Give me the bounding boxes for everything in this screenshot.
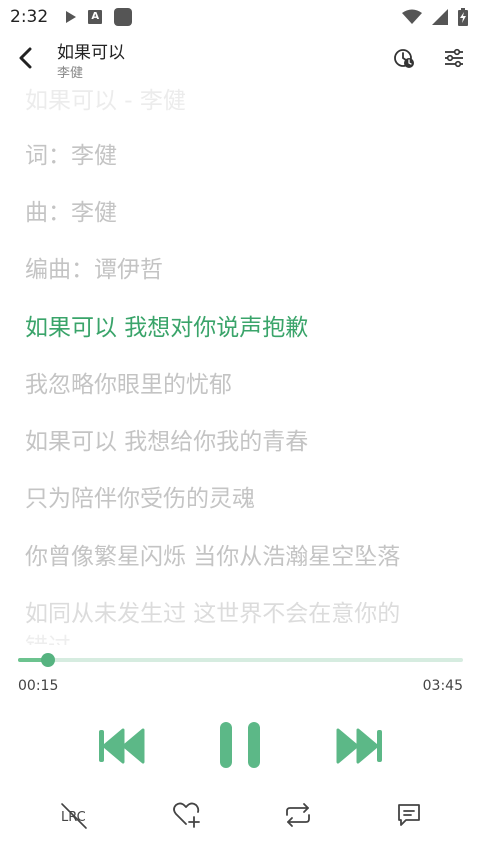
current-time: 00:15 (18, 678, 59, 694)
lyric-line: 如果可以 我想给你我的青春 (25, 429, 309, 455)
repeat-button[interactable] (281, 798, 315, 832)
pause-button[interactable] (216, 720, 264, 770)
lyric-line: 词：李健 (25, 143, 117, 169)
lyrics-off-icon: LRC (61, 803, 87, 829)
next-button[interactable] (333, 724, 385, 768)
equalizer-settings-icon (445, 48, 463, 68)
lyric-line-active: 如果可以 我想对你说声抱歉 (25, 315, 309, 341)
lyric-line: 错过 (25, 627, 71, 645)
play-icon (66, 11, 77, 23)
a-icon: A (88, 10, 103, 24)
status-system-icons (402, 8, 468, 26)
player-header: 如果可以 李健 (0, 36, 480, 84)
skip-previous-icon (99, 728, 145, 764)
battery-charging-icon (458, 8, 468, 26)
song-artist: 李健 (57, 66, 84, 81)
lyric-line: 曲：李健 (25, 200, 117, 226)
heart-add-icon (173, 802, 200, 828)
favorite-button[interactable] (170, 798, 204, 832)
status-time: 2:32 (10, 7, 49, 27)
lyric-line: 如同从未发生过 这世界不会在意你的 (25, 601, 401, 627)
lyric-line: 如果可以 - 李健 (25, 88, 186, 114)
sleep-timer-button[interactable] (392, 46, 416, 70)
repeat-icon (286, 803, 310, 827)
pause-icon (220, 722, 260, 768)
signal-icon (432, 9, 448, 25)
comment-icon (398, 804, 420, 826)
lyric-line: 编曲：谭伊哲 (25, 257, 163, 283)
status-notification-icons: A (66, 8, 133, 26)
lyrics-view[interactable]: 如果可以 - 李健 词：李健 曲：李健 编曲：谭伊哲 如果可以 我想对你说声抱歉… (0, 80, 480, 645)
skip-next-icon (336, 728, 382, 764)
status-bar: 2:32 A (0, 0, 480, 34)
app-square-icon (114, 8, 133, 26)
wifi-icon (402, 9, 422, 24)
progress-bar[interactable] (18, 653, 463, 667)
song-title: 如果可以 (57, 43, 125, 63)
lyric-line: 只为陪伴你受伤的灵魂 (25, 486, 255, 512)
lyric-line: 我忽略你眼里的忧郁 (25, 372, 232, 398)
back-button[interactable] (12, 44, 40, 72)
progress-thumb[interactable] (40, 653, 55, 667)
previous-button[interactable] (96, 724, 148, 768)
total-time: 03:45 (422, 678, 463, 694)
comment-button[interactable] (392, 798, 426, 832)
lyrics-toggle-button[interactable]: LRC (58, 798, 92, 832)
lrc-label: LRC (61, 810, 86, 825)
equalizer-settings-button[interactable] (442, 46, 466, 70)
sleep-timer-icon (394, 49, 414, 68)
lyric-line: 你曾像繁星闪烁 当你从浩瀚星空坠落 (25, 544, 401, 570)
back-arrow-icon (19, 47, 32, 69)
